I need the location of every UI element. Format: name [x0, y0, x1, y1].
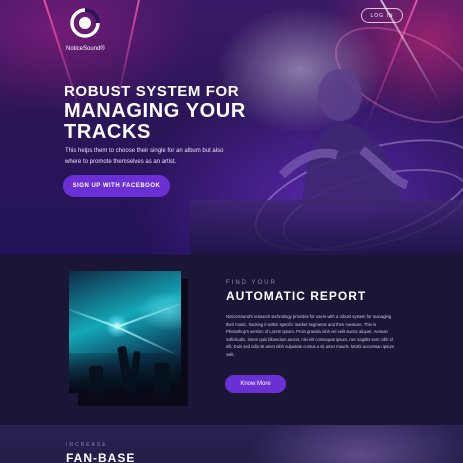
hero-subtitle: This helps them to choose their single f… [65, 148, 224, 165]
brand-name: NoticeSound® [66, 46, 105, 52]
hero-heading-line1: ROBUST SYSTEM FOR [64, 83, 240, 100]
hero-heading-line2: MANAGING YOUR [64, 100, 246, 122]
dj-turntable-deck [190, 200, 463, 255]
hero-heading-line3: TRACKS [64, 121, 151, 143]
feature-eyebrow: FIND YOUR [226, 280, 277, 286]
sound-ring-logo-icon [70, 8, 100, 38]
login-button[interactable]: LOG IN [361, 8, 403, 23]
signup-facebook-button[interactable]: SIGN UP WITH FACEBOOK [63, 175, 170, 197]
raised-hand [89, 366, 103, 393]
know-more-button[interactable]: Know More [225, 375, 286, 393]
feature-title: AUTOMATIC REPORT [226, 289, 367, 303]
dj-silhouette-image [278, 69, 409, 205]
fanbase-eyebrow: INCREASE [66, 442, 108, 448]
fanbase-title: FAN-BASE [66, 451, 136, 463]
raised-hand [154, 363, 170, 393]
brand-logo[interactable]: NoticeSound® [66, 8, 108, 52]
concert-crowd-image [69, 271, 181, 393]
feature-description: NoticeSound's research technology provid… [226, 314, 395, 357]
laser-beam [69, 305, 118, 328]
laser-beam [116, 298, 181, 328]
